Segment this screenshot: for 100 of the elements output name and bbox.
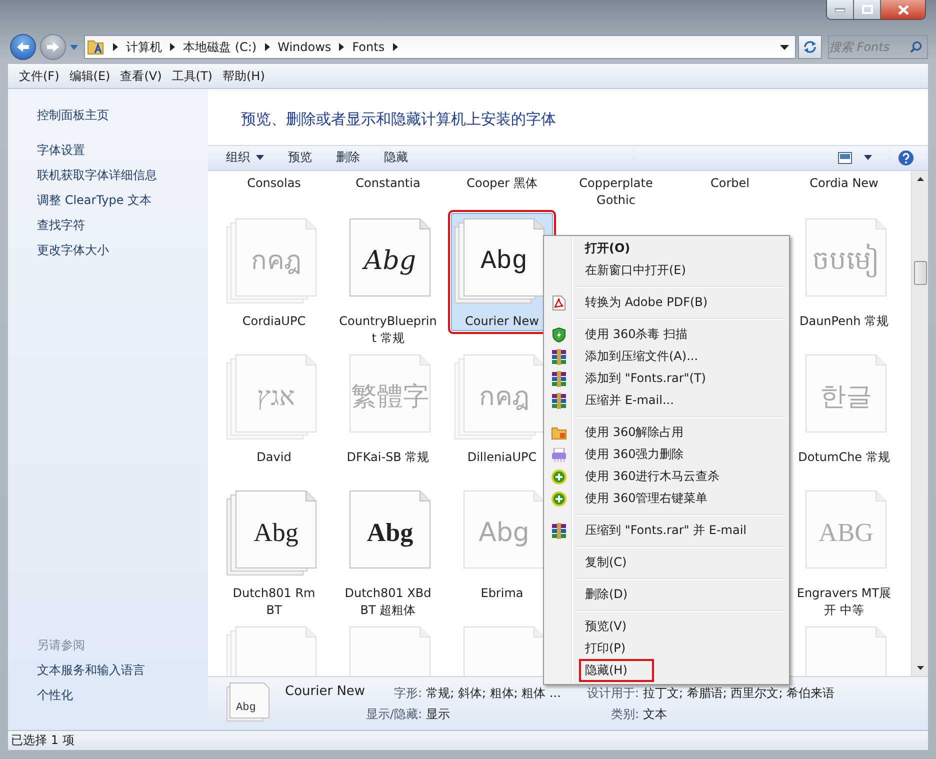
scroll-thumb[interactable]	[914, 260, 926, 285]
menu-item[interactable]: 工具(T)	[166, 68, 218, 84]
font-name[interactable]: Constantia	[338, 174, 438, 192]
maximize-button[interactable]	[854, 0, 881, 19]
font-name[interactable]: David	[224, 440, 324, 466]
chevron-icon[interactable]	[339, 43, 344, 51]
property-label: 类别:	[610, 706, 639, 723]
toolbar-button[interactable]: 隐藏	[374, 149, 418, 166]
minimize-button[interactable]	[827, 0, 854, 19]
maximize-icon	[862, 5, 872, 14]
scrollbar[interactable]	[911, 170, 928, 676]
menu-item[interactable]: 在新窗口中打开(E)	[579, 259, 692, 282]
menu-item[interactable]: 隐藏(H)	[579, 659, 654, 682]
font-sample: Abg	[366, 518, 414, 548]
sidebar-link[interactable]: 个性化	[37, 683, 208, 708]
font-name[interactable]: Copperplate Gothic	[566, 174, 666, 209]
dropdown-caret-icon[interactable]	[780, 44, 789, 50]
menu-item[interactable]: 压缩并 E-mail...	[579, 389, 680, 412]
breadcrumb[interactable]: Windows	[278, 40, 332, 54]
menu-item[interactable]: 使用 360管理右键菜单	[579, 487, 714, 510]
scroll-up-icon[interactable]	[916, 176, 924, 181]
menu-item[interactable]: 帮助(H)	[218, 68, 270, 84]
font-tile[interactable]: ABG Engravers MT展开 中等	[793, 484, 895, 620]
font-name[interactable]: Cooper 黑体	[452, 174, 552, 192]
back-button[interactable]	[10, 34, 36, 60]
sidebar-link[interactable]: 查找字符	[37, 213, 208, 238]
chevron-icon[interactable]	[392, 43, 398, 51]
help-icon[interactable]	[898, 150, 914, 166]
font-name[interactable]: DFKai-SB 常规	[338, 440, 438, 466]
font-name[interactable]: Cordia New	[794, 174, 894, 192]
font-name[interactable]: Corbel	[680, 174, 780, 192]
menu-item[interactable]: 预览(V)	[579, 615, 633, 638]
view-caret-icon[interactable]	[864, 155, 872, 160]
sidebar-link[interactable]: 联机获取字体详细信息	[37, 163, 208, 188]
chevron-icon[interactable]	[170, 43, 175, 51]
page-heading: 预览、删除或者显示和隐藏计算机上安装的字体	[241, 110, 556, 129]
font-tile[interactable]: Abg Dutch801 XBd BT 超粗体	[337, 484, 439, 620]
font-tile[interactable]: กคฎ DilleniaUPC	[451, 348, 553, 467]
font-tile[interactable]: Abg Dutch801 Rm BT	[223, 484, 325, 620]
font-tile[interactable]: Abg Ebrima	[451, 484, 553, 603]
menu-item[interactable]: 使用 360杀毒 扫描	[579, 323, 694, 346]
font-tile[interactable]: ចបមៀ DaunPenh 常规	[793, 212, 895, 331]
font-tile[interactable]: Abg Courier New	[451, 212, 553, 331]
font-tile[interactable]: 한글 DotumChe 常规	[793, 348, 895, 467]
fonts-folder-icon	[87, 38, 105, 56]
menu-item[interactable]: 添加到 "Fonts.rar"(T)	[579, 367, 712, 390]
font-sample: אגץ	[256, 382, 296, 412]
toolbar-button[interactable]: 预览	[278, 149, 322, 166]
view-icon[interactable]	[838, 152, 852, 164]
property-value: 显示	[426, 706, 452, 723]
font-name[interactable]: CountryBlueprint 常规	[338, 304, 438, 347]
sidebar-link[interactable]: 字体设置	[37, 138, 208, 163]
menu-item[interactable]: 编辑(E)	[64, 68, 116, 84]
font-name[interactable]: CordiaUPC	[224, 304, 324, 330]
menu-item[interactable]: 复制(C)	[579, 551, 633, 574]
organize-button[interactable]: 组织	[216, 149, 274, 166]
sidebar-link[interactable]: 更改字体大小	[37, 238, 208, 263]
font-sample: กคฎ	[250, 246, 302, 276]
menu-item[interactable]: 查看(V)	[115, 68, 167, 84]
address-field[interactable]: 计算机 本地磁盘 (C:) Windows Fonts	[84, 35, 796, 59]
menu-item[interactable]: 使用 360解除占用	[579, 421, 690, 444]
menu-item[interactable]: 使用 360强力删除	[579, 443, 690, 466]
font-tile[interactable]: Abg CountryBlueprint 常规	[337, 212, 439, 348]
breadcrumb[interactable]: 计算机	[126, 38, 162, 56]
forward-button[interactable]	[40, 34, 66, 60]
font-name[interactable]: DaunPenh 常规	[794, 304, 894, 330]
font-tile[interactable]: กคฎ CordiaUPC	[223, 212, 325, 331]
refresh-button[interactable]	[798, 35, 822, 59]
stacked-books-icon	[551, 522, 567, 539]
font-name[interactable]: Dutch801 XBd BT 超粗体	[338, 576, 438, 619]
breadcrumb[interactable]: Fonts	[352, 40, 385, 54]
stacked-books-icon	[551, 370, 567, 387]
menu-item[interactable]: 添加到压缩文件(A)...	[579, 345, 704, 368]
search-field[interactable]: 搜索 Fonts	[828, 35, 928, 59]
font-tile[interactable]: 繁體字 DFKai-SB 常规	[337, 348, 439, 467]
font-name: Courier New	[285, 684, 366, 699]
menu-item[interactable]: 打印(P)	[579, 637, 632, 660]
status-text: 已选择 1 项	[11, 732, 74, 749]
menu-item[interactable]: 打开(O)	[579, 237, 636, 260]
breadcrumb[interactable]: 本地磁盘 (C:)	[183, 38, 257, 56]
menu-item[interactable]: 文件(F)	[14, 68, 64, 84]
font-name[interactable]: Engravers MT展开 中等	[794, 576, 894, 619]
font-name[interactable]: Dutch801 Rm BT	[224, 576, 324, 619]
back-arrow-icon	[16, 41, 30, 53]
menu-item[interactable]: 转换为 Adobe PDF(B)	[579, 291, 714, 314]
close-button[interactable]	[881, 0, 925, 19]
sidebar-link[interactable]: 文本服务和输入语言	[37, 658, 208, 683]
history-dropdown-icon[interactable]	[70, 44, 78, 50]
font-name[interactable]: Consolas	[224, 174, 324, 192]
menu-item[interactable]: 压缩到 "Fonts.rar" 并 E-mail	[579, 519, 753, 542]
sidebar-link[interactable]: 调整 ClearType 文本	[37, 188, 208, 213]
plus-circle-icon	[551, 468, 567, 485]
toolbar-button[interactable]: 删除	[326, 149, 370, 166]
menu-item[interactable]: 使用 360进行木马云查杀	[579, 465, 726, 488]
scroll-down-icon[interactable]	[916, 666, 924, 670]
font-name[interactable]: DotumChe 常规	[794, 440, 894, 466]
sidebar-link[interactable]: 控制面板主页	[37, 103, 208, 128]
chevron-icon[interactable]	[264, 43, 270, 51]
menu-item[interactable]: 删除(D)	[579, 583, 634, 606]
shredder-icon	[551, 448, 567, 462]
